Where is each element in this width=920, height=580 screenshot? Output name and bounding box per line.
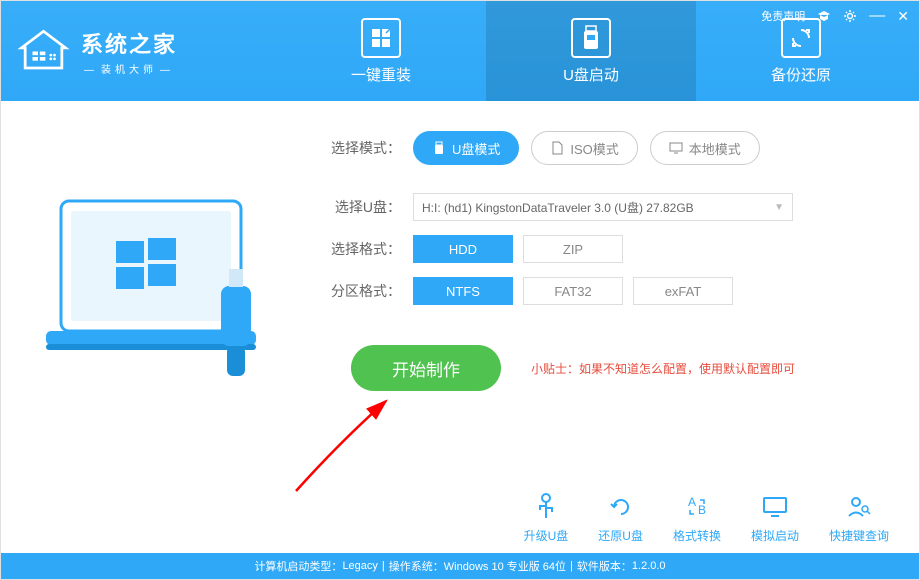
tool-upgrade-usb[interactable]: 升级U盘 [524,492,569,544]
tool-label: 升级U盘 [524,527,569,544]
tool-label: 模拟启动 [751,527,799,544]
tool-hotkey-lookup[interactable]: 快捷键查询 [829,492,889,544]
partition-row: 分区格式： NTFS FAT32 exFAT [321,277,879,305]
app-header: 系统之家 装机大师 一键重装 U盘启动 备份还原 免责声明 — ✕ [1,1,919,101]
usb-select-row: 选择U盘： H:I: (hd1) KingstonDataTraveler 3.… [321,193,879,221]
mode-label-text: ISO模式 [570,139,618,158]
mode-usb[interactable]: U盘模式 [413,131,519,165]
mode-label-text: 本地模式 [689,139,741,158]
usb-select-label: 选择U盘： [321,197,401,217]
disclaimer-link[interactable]: 免责声明 [761,8,805,24]
tab-reinstall[interactable]: 一键重装 [276,1,486,101]
svg-text:A: A [688,495,696,509]
usb-select-dropdown[interactable]: H:I: (hd1) KingstonDataTraveler 3.0 (U盘)… [413,193,793,221]
minimize-button[interactable]: — [869,7,885,25]
partition-ntfs[interactable]: NTFS [413,277,513,305]
person-search-icon [844,492,874,522]
mode-label-text: U盘模式 [452,139,500,158]
mode-label: 选择模式： [321,138,401,158]
partition-fat32[interactable]: FAT32 [523,277,623,305]
laptop-usb-illustration [41,191,301,396]
usb-select-value: H:I: (hd1) KingstonDataTraveler 3.0 (U盘)… [422,199,694,216]
annotation-arrow [281,381,411,511]
mode-iso[interactable]: ISO模式 [531,131,637,165]
tab-label: 一键重装 [351,64,411,85]
version-label: 软件版本： [577,558,632,574]
usb-drive-icon [571,18,611,58]
app-title: 系统之家 [81,27,177,59]
format-label: 选择格式： [321,239,401,259]
partition-label: 分区格式： [321,281,401,301]
format-hdd[interactable]: HDD [413,235,513,263]
tip-content: 如果不知道怎么配置，使用默认配置即可 [579,362,795,376]
tool-label: 格式转换 [673,527,721,544]
os-label: 操作系统： [389,558,444,574]
status-bar: 计算机启动类型： Legacy | 操作系统： Windows 10 专业版 6… [1,553,919,579]
bottom-toolbar: 升级U盘 还原U盘 AB 格式转换 模拟启动 快捷键查询 [524,492,889,544]
house-icon [16,24,71,79]
monitor-icon [760,492,790,522]
tool-format-convert[interactable]: AB 格式转换 [673,492,721,544]
tip-label: 小贴士： [531,362,579,376]
convert-icon: AB [682,492,712,522]
tool-label: 还原U盘 [598,527,643,544]
graduation-icon[interactable] [817,9,831,23]
boot-type-label: 计算机启动类型： [254,558,342,574]
boot-type-value: Legacy [342,560,377,572]
tab-label: 备份还原 [771,64,831,85]
window-controls: 免责声明 — ✕ [761,7,909,25]
tip-text: 小贴士：如果不知道怎么配置，使用默认配置即可 [531,360,795,377]
mode-row: 选择模式： U盘模式 ISO模式 本地模式 [321,131,879,165]
chevron-down-icon: ▼ [774,202,784,213]
close-button[interactable]: ✕ [897,8,909,25]
app-subtitle: 装机大师 [81,61,177,76]
tool-simulate-boot[interactable]: 模拟启动 [751,492,799,544]
monitor-icon [361,18,401,58]
monitor-icon [669,141,683,155]
tab-usb-boot[interactable]: U盘启动 [486,1,696,101]
mode-local[interactable]: 本地模式 [650,131,760,165]
file-icon [550,141,564,155]
usb-up-icon [531,492,561,522]
tool-label: 快捷键查询 [829,527,889,544]
main-content: 选择模式： U盘模式 ISO模式 本地模式 选择U盘： H:I: (hd1) K… [1,101,919,396]
gear-icon[interactable] [843,9,857,23]
restore-icon [606,492,636,522]
os-value: Windows 10 专业版 64位 [444,558,566,574]
partition-exfat[interactable]: exFAT [633,277,733,305]
version-value: 1.2.0.0 [632,560,666,572]
svg-text:B: B [698,503,706,517]
config-panel: 选择模式： U盘模式 ISO模式 本地模式 选择U盘： H:I: (hd1) K… [301,131,879,396]
tab-label: U盘启动 [563,64,619,85]
start-button[interactable]: 开始制作 [351,345,501,391]
tool-restore-usb[interactable]: 还原U盘 [598,492,643,544]
format-row: 选择格式： HDD ZIP [321,235,879,263]
format-zip[interactable]: ZIP [523,235,623,263]
action-row: 开始制作 小贴士：如果不知道怎么配置，使用默认配置即可 [321,345,879,391]
usb-icon [432,141,446,155]
logo-area: 系统之家 装机大师 [16,24,276,79]
